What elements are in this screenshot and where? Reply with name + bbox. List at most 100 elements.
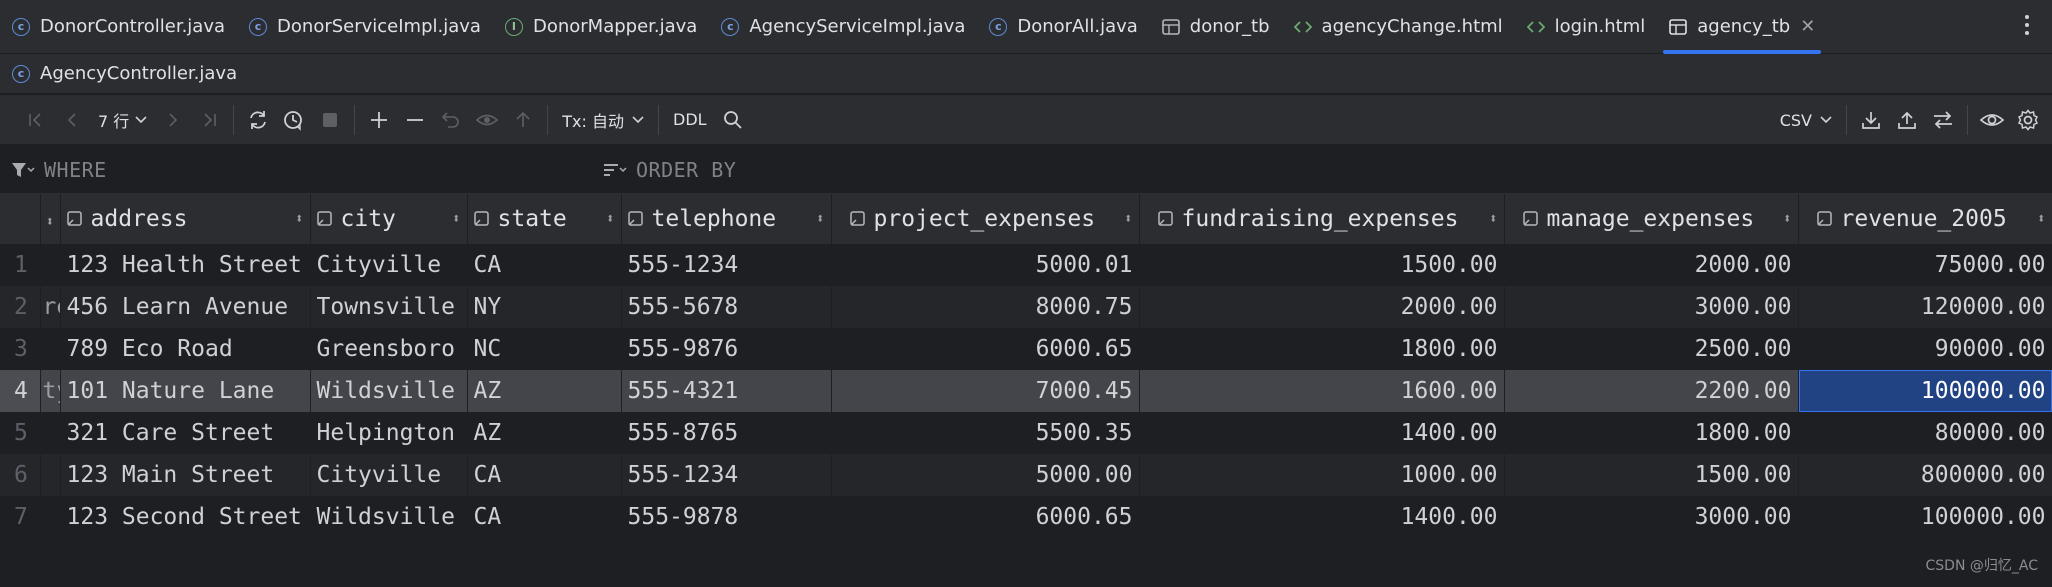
cell-city[interactable]: Greensboro [310,328,468,370]
cell-state[interactable]: CA [467,496,622,538]
cell-fundraising-expenses[interactable]: 1400.00 [1139,496,1505,538]
cell-city[interactable]: Cityville [310,244,468,286]
ddl-button[interactable]: DDL [665,102,715,138]
cell-project-expenses[interactable]: 7000.45 [831,370,1140,412]
sort-icon[interactable]: ⬍ [606,211,614,227]
truncated-cell[interactable] [40,496,61,538]
truncated-cell[interactable] [40,244,61,286]
cell-project-expenses[interactable]: 5500.35 [831,412,1140,454]
row-number[interactable]: 5 [0,412,41,454]
sort-icon[interactable]: ⬍ [295,211,303,227]
tab-donor-all[interactable]: c DonorAll.java [977,0,1149,54]
table-row[interactable]: 7 123 Second Street Wildsville CA 555-9878 60… [0,496,2052,538]
cell-state[interactable]: NC [467,328,622,370]
hidden-column-header[interactable]: ⬍ [40,194,61,245]
table-row[interactable]: 1 123 Health Street Cityville CA 555-1234 500… [0,244,2052,286]
table-row[interactable]: 4ty101 Nature LaneWildsvilleAZ555-432170… [0,370,2052,412]
transaction-mode-dropdown[interactable]: Tx: 自动 [554,102,652,138]
cell-telephone[interactable]: 555-1234 [621,454,832,496]
cell-city[interactable]: Wildsville [310,370,468,412]
tab-donor-service-impl[interactable]: c DonorServiceImpl.java [237,0,493,54]
cell-fundraising-expenses[interactable]: 1000.00 [1139,454,1505,496]
upload-icon[interactable] [1889,102,1925,138]
cell-project-expenses[interactable]: 5000.00 [831,454,1140,496]
row-number[interactable]: 1 [0,244,41,286]
cell-fundraising-expenses[interactable]: 1400.00 [1139,412,1505,454]
submit-icon[interactable] [505,102,541,138]
add-row-icon[interactable] [361,102,397,138]
cell-address[interactable]: 321 Care Street [60,412,311,454]
truncated-cell[interactable] [40,412,61,454]
compare-icon[interactable] [1925,102,1961,138]
cell-city[interactable]: Wildsville [310,496,468,538]
tab-donor-mapper[interactable]: I DonorMapper.java [493,0,709,54]
history-clock-icon[interactable] [276,102,312,138]
tab-donor-controller[interactable]: c DonorController.java [0,0,237,54]
cell-revenue-2005[interactable]: 90000.00 [1798,328,2052,370]
table-row[interactable]: 3 789 Eco Road Greensboro NC 555-9876 6000.65… [0,328,2052,370]
cell-telephone[interactable]: 555-4321 [621,370,832,412]
sort-icon[interactable]: ⬍ [1489,211,1497,227]
sort-icon[interactable]: ⬍ [452,211,460,227]
search-icon[interactable] [715,102,751,138]
export-format-dropdown[interactable]: CSV [1772,102,1840,138]
cell-revenue-2005[interactable]: 75000.00 [1798,244,2052,286]
delete-row-icon[interactable] [397,102,433,138]
tab-donor-tb[interactable]: donor_tb [1150,0,1282,54]
close-icon[interactable]: ✕ [1800,16,1815,37]
cell-revenue-2005[interactable]: 100000.00 [1798,370,2052,412]
cell-state[interactable]: CA [467,244,622,286]
row-number[interactable]: 3 [0,328,41,370]
cell-revenue-2005[interactable]: 80000.00 [1798,412,2052,454]
cell-fundraising-expenses[interactable]: 1500.00 [1139,244,1505,286]
tab-login-html[interactable]: login.html [1515,0,1658,54]
tab-agency-service-impl[interactable]: c AgencyServiceImpl.java [709,0,977,54]
table-row[interactable]: 5 321 Care Street Helpington AZ 555-8765 5500… [0,412,2052,454]
tab-agency-controller[interactable]: c AgencyController.java [0,54,249,94]
cell-telephone[interactable]: 555-1234 [621,244,832,286]
sort-icon[interactable]: ⬍ [1783,211,1791,227]
truncated-cell[interactable]: re [40,286,61,328]
cell-manage-expenses[interactable]: 1800.00 [1504,412,1799,454]
cell-address[interactable]: 123 Second Street [60,496,311,538]
truncated-cell[interactable]: ty [40,370,61,412]
cell-revenue-2005[interactable]: 800000.00 [1798,454,2052,496]
gear-icon[interactable] [2010,102,2046,138]
cell-city[interactable]: Helpington [310,412,468,454]
cell-project-expenses[interactable]: 5000.01 [831,244,1140,286]
cell-revenue-2005[interactable]: 100000.00 [1798,496,2052,538]
tab-agency-tb[interactable]: agency_tb ✕ [1657,0,1827,54]
column-header-address[interactable]: address ⬍ [60,194,311,245]
row-number[interactable]: 6 [0,454,41,496]
cell-revenue-2005[interactable]: 120000.00 [1798,286,2052,328]
cell-manage-expenses[interactable]: 1500.00 [1504,454,1799,496]
page-size-dropdown[interactable]: 7 行 [90,102,155,138]
cell-state[interactable]: AZ [467,370,622,412]
cell-manage-expenses[interactable]: 2000.00 [1504,244,1799,286]
cell-manage-expenses[interactable]: 2500.00 [1504,328,1799,370]
cell-state[interactable]: CA [467,454,622,496]
cell-telephone[interactable]: 555-8765 [621,412,832,454]
cell-city[interactable]: Townsville [310,286,468,328]
cell-state[interactable]: AZ [467,412,622,454]
column-header-fundraising-expenses[interactable]: fundraising_expenses ⬍ [1139,194,1505,245]
revert-icon[interactable] [433,102,469,138]
next-page-icon[interactable] [155,102,191,138]
cell-project-expenses[interactable]: 6000.65 [831,328,1140,370]
first-page-icon[interactable] [18,102,54,138]
truncated-cell[interactable] [40,454,61,496]
cell-manage-expenses[interactable]: 3000.00 [1504,286,1799,328]
view-eye-icon[interactable] [1974,102,2010,138]
cell-telephone[interactable]: 555-5678 [621,286,832,328]
row-number[interactable]: 7 [0,496,41,538]
cell-fundraising-expenses[interactable]: 1800.00 [1139,328,1505,370]
sort-icon[interactable]: ⬍ [2037,211,2045,227]
cell-state[interactable]: NY [467,286,622,328]
sort-icon[interactable]: ⬍ [816,211,824,227]
cell-manage-expenses[interactable]: 3000.00 [1504,496,1799,538]
column-header-project-expenses[interactable]: project_expenses ⬍ [831,194,1140,245]
truncated-cell[interactable] [40,328,61,370]
column-header-state[interactable]: state ⬍ [467,194,622,245]
cell-address[interactable]: 101 Nature Lane [60,370,311,412]
cell-address[interactable]: 123 Health Street [60,244,311,286]
